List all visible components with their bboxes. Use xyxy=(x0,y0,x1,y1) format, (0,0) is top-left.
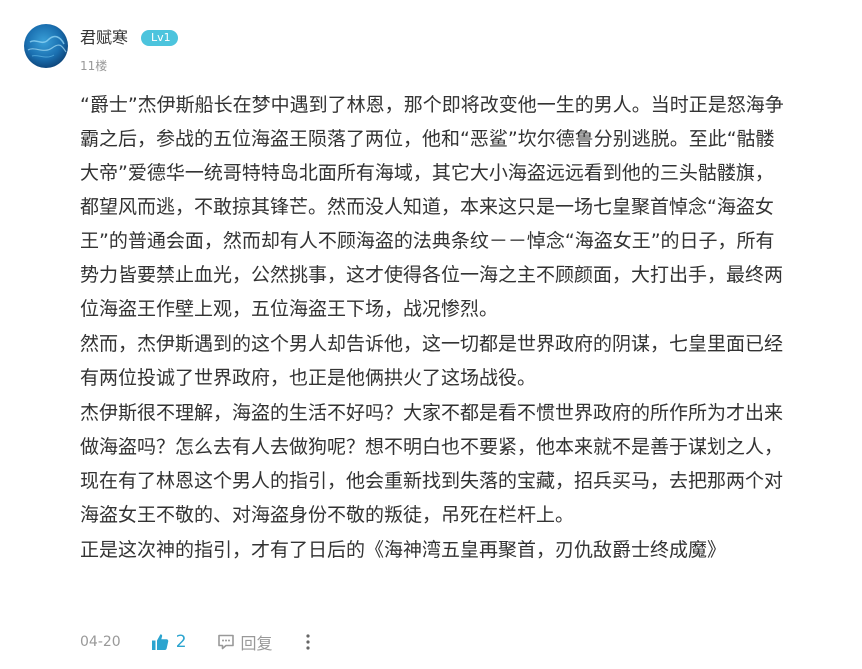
post-paragraph: 正是这次神的指引，才有了日后的《海神湾五皇再聚首，刃仇敌爵士终成魔》 xyxy=(80,539,727,561)
level-badge: Lv1 xyxy=(141,30,178,46)
comment-icon xyxy=(217,634,234,650)
post-footer: 04-20 2 回复 xyxy=(80,630,311,654)
post-date: 04-20 xyxy=(80,634,121,650)
post-paragraph: 然而，杰伊斯遇到的这个男人却告诉他，这一切都是世界政府的阴谋，七皇里面已经 有两… xyxy=(80,333,784,389)
author-name[interactable]: 君赋寒 xyxy=(80,27,128,49)
post-paragraph: 杰伊斯很不理解，海盗的生活不好吗？大家不都是看不惯世界政府的所作所为才出来 做海… xyxy=(80,402,784,526)
floor-number: 11楼 xyxy=(80,59,108,73)
avatar-image xyxy=(24,24,68,68)
like-count: 2 xyxy=(175,632,187,652)
more-vertical-icon xyxy=(305,634,310,650)
reply-button[interactable]: 回复 xyxy=(217,630,273,654)
more-button[interactable] xyxy=(305,633,311,651)
thumbs-up-icon xyxy=(151,634,168,650)
reply-label: 回复 xyxy=(240,634,273,653)
avatar[interactable] xyxy=(24,24,68,68)
post-paragraph: “爵士”杰伊斯船长在梦中遇到了林恩，那个即将改变他一生的男人。当时正是怒海争 霸… xyxy=(80,94,784,320)
like-button[interactable]: 2 xyxy=(150,632,187,652)
post-content: “爵士”杰伊斯船长在梦中遇到了林恩，那个即将改变他一生的男人。当时正是怒海争 霸… xyxy=(80,88,828,568)
